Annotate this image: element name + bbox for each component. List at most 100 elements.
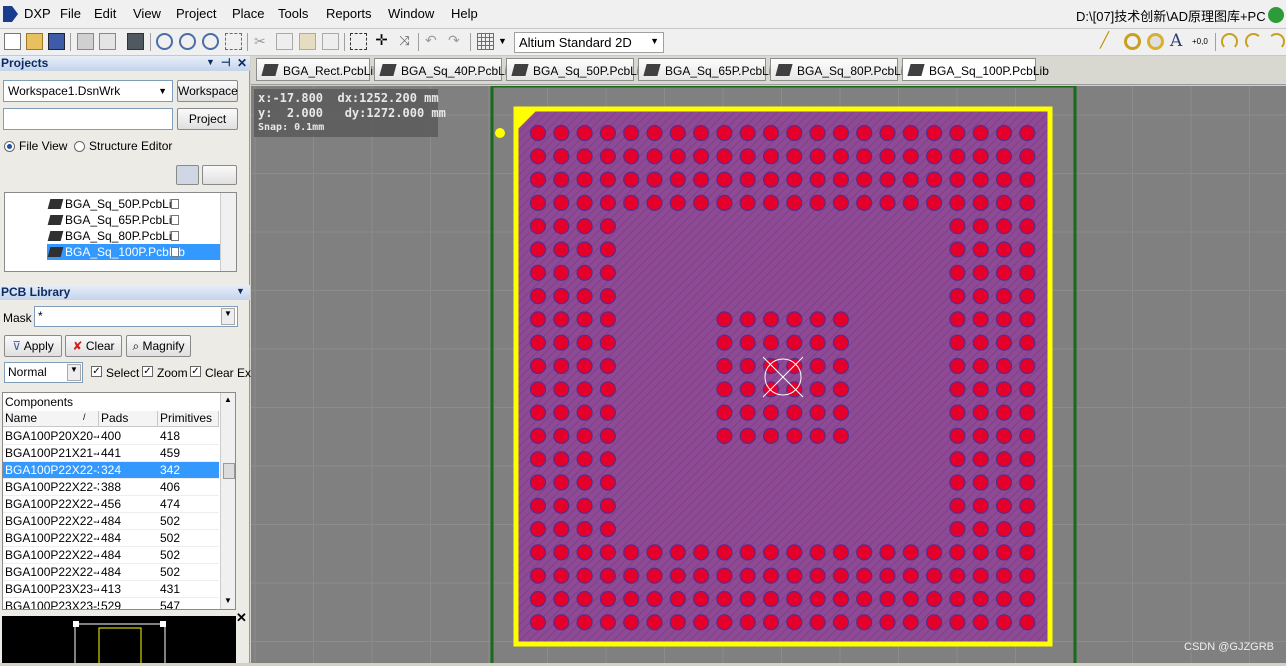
table-row[interactable]: BGA100P22X22-456456 474 (3, 496, 219, 513)
file-view-radio[interactable] (4, 141, 15, 152)
zoom-area-icon[interactable] (225, 33, 242, 50)
magnify-button[interactable]: ⌕ Magnify (126, 335, 191, 357)
scroll-up-icon[interactable]: ▲ (224, 395, 232, 404)
table-row[interactable]: BGA100P22X22-484484 502 (3, 564, 219, 581)
tree-item-selected[interactable]: BGA_Sq_100P.PcbLib (47, 244, 223, 260)
redo-icon[interactable]: ↷ (448, 33, 465, 50)
interactive-routing-icon[interactable]: ╱ (1100, 33, 1117, 50)
grid-dropdown-icon[interactable]: ▼ (498, 36, 507, 46)
select-area-icon[interactable] (350, 33, 367, 50)
table-row[interactable]: BGA100P21X21-441441 459 (3, 445, 219, 462)
layers-icon[interactable] (127, 33, 144, 50)
pin-icon[interactable]: ⊣ (221, 56, 231, 69)
doc-tab[interactable]: BGA_Sq_50P.PcbLib (506, 58, 646, 81)
zoom-checkbox[interactable]: ✓ (142, 366, 153, 377)
pad (646, 614, 663, 631)
zoom-in-icon[interactable] (156, 33, 173, 50)
table-row[interactable]: BGA100P20X20-400400 418 (3, 428, 219, 445)
set-origin-icon[interactable]: +0,0 (1192, 37, 1208, 46)
footprint-drawing[interactable] (251, 86, 1286, 663)
table-scrollbar[interactable]: ▲ ▼ (220, 393, 235, 609)
doc-tab[interactable]: BGA_Sq_80P.PcbLib (770, 58, 910, 81)
grid-icon[interactable] (477, 33, 494, 50)
print-preview-icon[interactable] (99, 33, 116, 50)
project-options-icon[interactable] (176, 165, 199, 185)
menu-file[interactable]: File (60, 6, 81, 21)
pcb-canvas[interactable] (251, 86, 1286, 663)
cell-prims: 502 (160, 514, 181, 528)
menu-project[interactable]: Project (176, 6, 216, 21)
workspace-button[interactable]: Workspace (177, 80, 238, 102)
menu-reports[interactable]: Reports (326, 6, 372, 21)
cut-icon[interactable]: ✂ (254, 33, 271, 50)
close-preview-icon[interactable]: ✕ (236, 610, 247, 626)
filter-mode-select[interactable]: Normal ▼ (4, 362, 83, 383)
structure-editor-radio[interactable] (74, 141, 85, 152)
zoom-out-icon[interactable] (179, 33, 196, 50)
document-path[interactable]: D:\[07]技术创新\AD原理图库+PC (1076, 6, 1266, 25)
panel-menu-icon[interactable]: ▼ (236, 286, 245, 296)
print-icon[interactable] (77, 33, 94, 50)
apply-button[interactable]: ⊽ Apply (4, 335, 62, 357)
menu-help[interactable]: Help (451, 6, 478, 21)
table-row[interactable]: BGA100P22X22-484484 502 (3, 547, 219, 564)
pad (553, 311, 570, 328)
scroll-down-icon[interactable]: ▼ (224, 596, 232, 605)
pad (879, 544, 896, 561)
tree-item[interactable]: BGA_Sq_50P.PcbLib (47, 196, 223, 212)
pad (972, 451, 989, 468)
dxp-menu[interactable]: DXP (24, 6, 51, 21)
clear-existing-checkbox[interactable]: ✓ (190, 366, 201, 377)
add-document-icon[interactable] (202, 165, 237, 185)
scroll-thumb[interactable] (223, 463, 235, 479)
tree-item[interactable]: BGA_Sq_65P.PcbLib (47, 212, 223, 228)
deselect-icon[interactable]: ⤨ (396, 33, 413, 50)
paste-icon[interactable] (299, 33, 316, 50)
column-header-name[interactable]: Name / (3, 411, 99, 427)
doc-tab-active[interactable]: BGA_Sq_100P.PcbLib (902, 58, 1049, 81)
clear-button[interactable]: ✘ Clear (65, 335, 122, 357)
close-icon[interactable]: ✕ (237, 56, 247, 70)
doc-tab[interactable]: BGA_Sq_40P.PcbLib (374, 58, 514, 81)
open-icon[interactable] (26, 33, 43, 50)
doc-tab[interactable]: BGA_Rect.PcbLib (256, 58, 380, 81)
zoom-fit-icon[interactable] (202, 33, 219, 50)
copy-icon[interactable] (276, 33, 293, 50)
project-button[interactable]: Project (177, 108, 238, 130)
place-via-icon[interactable] (1147, 33, 1164, 50)
view-mode-select[interactable]: Altium Standard 2D ▼ (514, 32, 664, 53)
mask-input[interactable]: * ▼ (34, 306, 238, 327)
table-row[interactable]: BGA100P22X22-484484 502 (3, 513, 219, 530)
workspace-select[interactable]: Workspace1.DsnWrk ▼ (3, 80, 173, 102)
navigate-icon[interactable] (1268, 7, 1284, 23)
panel-menu-icon[interactable]: ▼ (206, 57, 215, 67)
menu-window[interactable]: Window (388, 6, 434, 21)
file-tree-scrollbar[interactable] (220, 193, 236, 271)
rubber-stamp-icon[interactable] (322, 33, 339, 50)
menu-view[interactable]: View (133, 6, 161, 21)
new-icon[interactable] (4, 33, 21, 50)
arc-edge-icon[interactable] (1245, 33, 1262, 50)
save-icon[interactable] (48, 33, 65, 50)
doc-tab[interactable]: BGA_Sq_65P.PcbLib (638, 58, 778, 81)
table-row[interactable]: BGA100P23X23-413413 431 (3, 581, 219, 598)
dxp-logo-icon[interactable] (3, 6, 18, 22)
arc-any-icon[interactable] (1268, 33, 1285, 50)
table-row[interactable]: BGA100P22X22-388388 406 (3, 479, 219, 496)
project-field[interactable] (3, 108, 173, 130)
move-icon[interactable]: ✛ (373, 33, 390, 50)
table-row[interactable]: BGA100P22X22-484484 502 (3, 530, 219, 547)
place-pad-icon[interactable] (1124, 33, 1141, 50)
column-header-primitives[interactable]: Primitives (158, 411, 219, 427)
menu-edit[interactable]: Edit (94, 6, 116, 21)
tree-item[interactable]: BGA_Sq_80P.PcbLib (47, 228, 223, 244)
column-header-pads[interactable]: Pads (99, 411, 158, 427)
menu-tools[interactable]: Tools (278, 6, 308, 21)
menu-place[interactable]: Place (232, 6, 265, 21)
undo-icon[interactable]: ↶ (425, 33, 442, 50)
table-row[interactable]: BGA100P22X22-324324 342 (3, 462, 219, 479)
place-string-icon[interactable]: A (1170, 33, 1187, 50)
arc-center-icon[interactable] (1221, 33, 1238, 50)
select-checkbox[interactable]: ✓ (91, 366, 102, 377)
table-row[interactable]: BGA100P23X23-529529 547 (3, 598, 219, 609)
